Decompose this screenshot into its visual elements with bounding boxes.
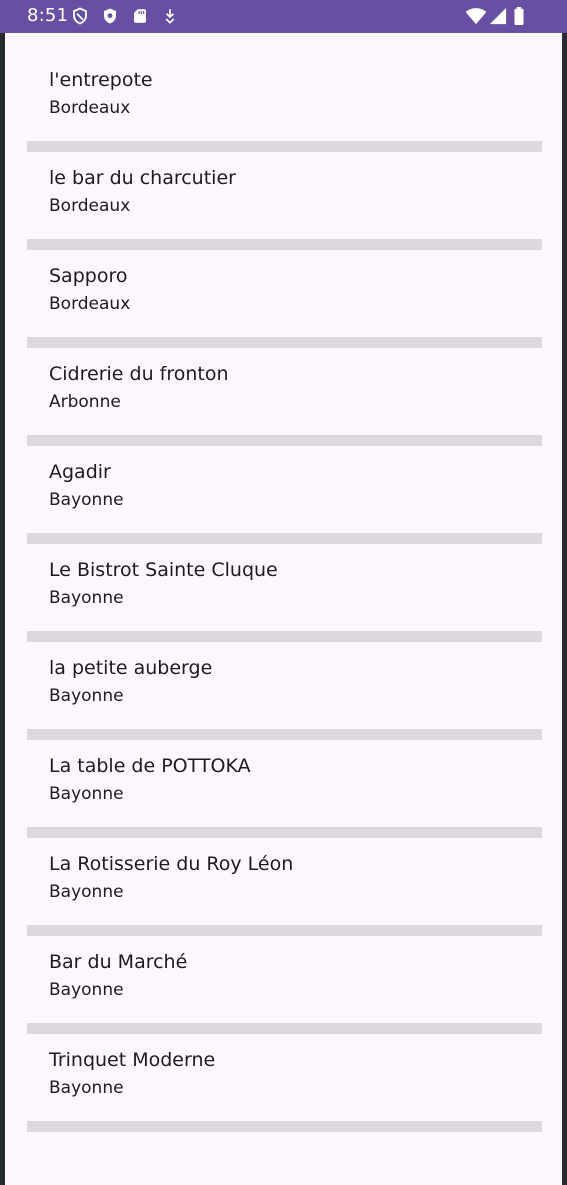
restaurant-list-item[interactable]: Agadir Bayonne xyxy=(5,425,562,544)
restaurant-city: Bordeaux xyxy=(49,98,131,118)
restaurant-city: Bayonne xyxy=(49,882,124,902)
restaurant-list-item[interactable]: l'entrepote Bordeaux xyxy=(5,33,562,152)
restaurant-city: Bayonne xyxy=(49,1078,124,1098)
restaurant-list-item[interactable]: Sapporo Bordeaux xyxy=(5,229,562,348)
restaurant-list[interactable]: l'entrepote Bordeaux le bar du charcutie… xyxy=(5,33,562,1132)
wifi-icon xyxy=(465,7,487,25)
restaurant-city: Bayonne xyxy=(49,784,124,804)
restaurant-city: Bayonne xyxy=(49,588,124,608)
restaurant-name: la petite auberge xyxy=(49,657,213,679)
restaurant-list-item[interactable]: la petite auberge Bayonne xyxy=(5,621,562,740)
signal-icon xyxy=(489,7,507,25)
sd-card-icon xyxy=(131,7,149,25)
restaurant-city: Bordeaux xyxy=(49,196,131,216)
restaurant-list-item[interactable]: Bar du Marché Bayonne xyxy=(5,915,562,1034)
restaurant-list-item[interactable]: La Rotisserie du Roy Léon Bayonne xyxy=(5,817,562,936)
restaurant-name: Sapporo xyxy=(49,265,128,287)
restaurant-city: Bayonne xyxy=(49,490,124,510)
restaurant-name: Agadir xyxy=(49,461,111,483)
restaurant-name: La Rotisserie du Roy Léon xyxy=(49,853,294,875)
restaurant-list-item[interactable]: le bar du charcutier Bordeaux xyxy=(5,131,562,250)
restaurant-city: Bordeaux xyxy=(49,294,131,314)
restaurant-list-item[interactable]: Le Bistrot Sainte Cluque Bayonne xyxy=(5,523,562,642)
download-arrow-icon xyxy=(161,7,179,25)
restaurant-city: Bayonne xyxy=(49,980,124,1000)
restaurant-list-screen: l'entrepote Bordeaux le bar du charcutie… xyxy=(5,33,562,1185)
restaurant-name: le bar du charcutier xyxy=(49,167,236,189)
restaurant-name: l'entrepote xyxy=(49,69,153,91)
restaurant-name: Cidrerie du fronton xyxy=(49,363,229,385)
status-time: 8:51 xyxy=(27,5,69,26)
item-divider xyxy=(27,1121,542,1132)
restaurant-name: Bar du Marché xyxy=(49,951,188,973)
restaurant-city: Arbonne xyxy=(49,392,121,412)
restaurant-list-item[interactable]: La table de POTTOKA Bayonne xyxy=(5,719,562,838)
restaurant-name: La table de POTTOKA xyxy=(49,755,251,777)
battery-icon xyxy=(512,7,526,25)
shield-check-icon xyxy=(101,7,119,25)
restaurant-name: Le Bistrot Sainte Cluque xyxy=(49,559,278,581)
restaurant-list-item[interactable]: Cidrerie du fronton Arbonne xyxy=(5,327,562,446)
status-bar: 8:51 xyxy=(0,0,567,33)
restaurant-list-item[interactable]: Trinquet Moderne Bayonne xyxy=(5,1013,562,1132)
restaurant-name: Trinquet Moderne xyxy=(49,1049,216,1071)
shield-outline-icon xyxy=(71,7,89,25)
restaurant-city: Bayonne xyxy=(49,686,124,706)
